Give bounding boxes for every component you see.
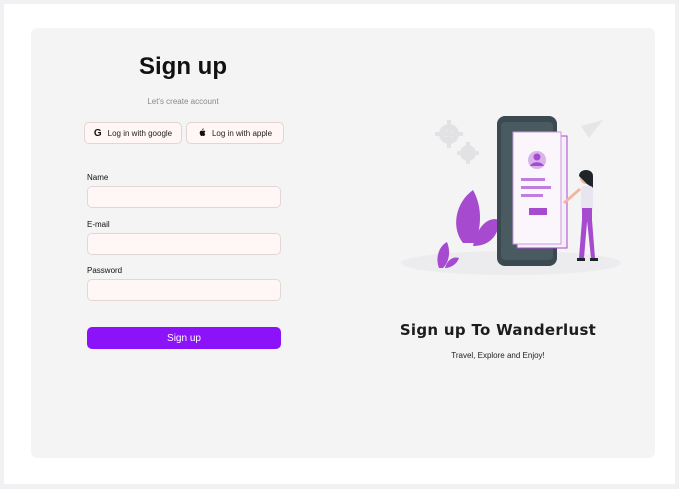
gear-icon xyxy=(457,142,479,164)
name-label: Name xyxy=(87,173,109,182)
gear-icon xyxy=(435,120,463,148)
page-title: Sign up xyxy=(139,53,227,80)
page-subtitle: Let's create account xyxy=(147,97,219,106)
email-field[interactable] xyxy=(87,233,281,255)
apple-icon xyxy=(198,127,206,139)
promo-panel: Sign up To Wanderlust Travel, Explore an… xyxy=(341,28,655,458)
email-label: E-mail xyxy=(87,220,110,229)
google-icon: G xyxy=(93,127,102,139)
apple-login-label: Log in with apple xyxy=(211,128,273,138)
promo-subheading: Travel, Explore and Enjoy! xyxy=(451,351,545,360)
password-label: Password xyxy=(87,266,123,275)
signup-illustration xyxy=(401,116,621,275)
google-login-button[interactable]: G Log in with google xyxy=(84,122,182,144)
signup-form-panel: Sign up Let's create account G Log in wi… xyxy=(31,28,341,458)
password-field[interactable] xyxy=(87,279,281,301)
google-login-label: Log in with google xyxy=(107,128,173,138)
name-field[interactable] xyxy=(87,186,281,208)
signup-card: Sign up Let's create account G Log in wi… xyxy=(31,28,655,458)
apple-login-button[interactable]: Log in with apple xyxy=(186,122,284,144)
promo-heading: Sign up To Wanderlust xyxy=(399,321,597,339)
signup-button[interactable]: Sign up xyxy=(87,327,281,349)
